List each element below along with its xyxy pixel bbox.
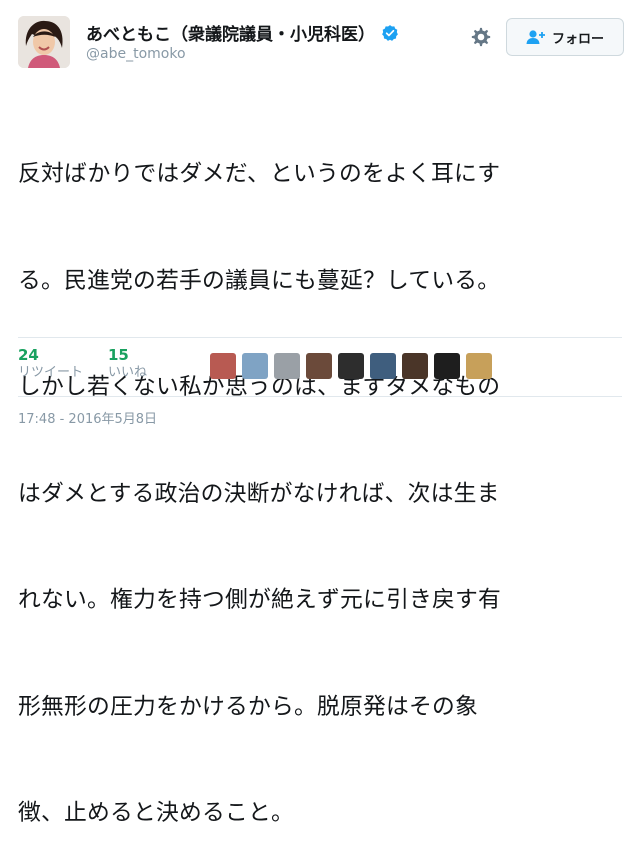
like-count: 15 bbox=[108, 346, 129, 364]
liker-avatar[interactable] bbox=[402, 353, 428, 379]
author-handle[interactable]: @abe_tomoko bbox=[86, 46, 186, 62]
liker-avatar[interactable] bbox=[306, 353, 332, 379]
liker-avatar[interactable] bbox=[210, 353, 236, 379]
avatar[interactable] bbox=[18, 16, 70, 68]
tweet-line: れない。権力を持つ側が絶えず元に引き戻す有 bbox=[18, 587, 501, 613]
tweet-text: 反対ばかりではダメだ、というのをよく耳にす る。民進党の若手の議員にも蔓延？して… bbox=[18, 86, 628, 867]
liker-avatar[interactable] bbox=[338, 353, 364, 379]
liker-avatar[interactable] bbox=[370, 353, 396, 379]
follow-button[interactable]: フォロー bbox=[506, 18, 624, 56]
retweet-stat[interactable]: 24 リツイート bbox=[18, 346, 83, 382]
tweet-line: 形無形の圧力をかけるから。脱原発はその象 bbox=[18, 693, 478, 720]
like-stat[interactable]: 15 いいね bbox=[108, 346, 147, 382]
liker-avatars bbox=[210, 353, 498, 379]
divider bbox=[18, 337, 622, 338]
author-name-row: あべともこ（衆議院議員・小児科医） bbox=[86, 20, 399, 45]
verified-badge-icon bbox=[382, 24, 398, 41]
liker-avatar[interactable] bbox=[242, 353, 268, 379]
retweet-count: 24 bbox=[18, 346, 39, 364]
display-name[interactable]: あべともこ（衆議院議員・小児科医） bbox=[86, 20, 375, 45]
tweet-line: 徴、止めると決めること。 bbox=[18, 800, 294, 826]
retweet-label: リツイート bbox=[18, 365, 84, 380]
avatar-image bbox=[18, 16, 70, 68]
like-label: いいね bbox=[108, 365, 148, 380]
liker-avatar[interactable] bbox=[466, 353, 492, 379]
liker-avatar[interactable] bbox=[434, 353, 460, 379]
tweet-timestamp[interactable]: 17:48 - 2016年5月8日 bbox=[18, 408, 157, 427]
tweet-header: あべともこ（衆議院議員・小児科医） @abe_tomoko フォロー bbox=[18, 16, 624, 74]
add-user-icon bbox=[526, 30, 545, 44]
tweet-line: る。民進党の若手の議員にも蔓延？している。 bbox=[18, 267, 501, 294]
divider bbox=[18, 396, 622, 397]
tweet-line: 反対ばかりではダメだ、というのをよく耳にす bbox=[18, 161, 501, 187]
gear-icon[interactable] bbox=[470, 26, 492, 48]
tweet-line: はダメとする政治の決断がなければ、次は生ま bbox=[18, 480, 500, 507]
liker-avatar[interactable] bbox=[274, 353, 300, 379]
follow-button-label: フォロー bbox=[551, 31, 604, 47]
